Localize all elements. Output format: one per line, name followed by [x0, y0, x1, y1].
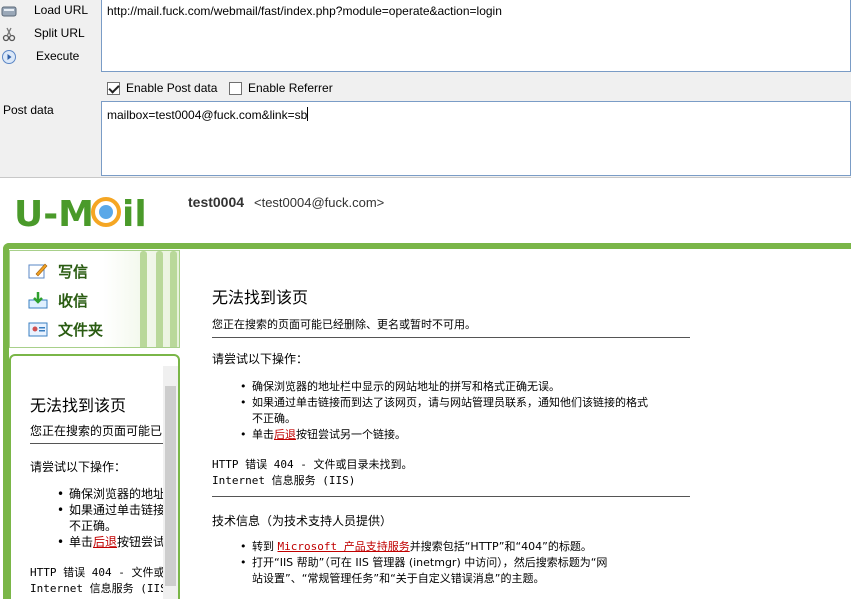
compose-icon — [28, 263, 48, 279]
split-url-button[interactable]: Split URL — [0, 23, 98, 45]
tech-tips-list: 转到 Microsoft 产品支持服务并搜索包括“HTTP”和“404”的标题。… — [240, 539, 607, 587]
checkbox-checked[interactable] — [107, 81, 120, 95]
bamboo-decoration — [140, 251, 147, 347]
microsoft-support-link[interactable]: Microsoft 产品支持服务 — [278, 540, 410, 553]
menu-item-compose[interactable]: 写信 — [28, 259, 88, 283]
vertical-scrollbar[interactable] — [163, 366, 178, 599]
list-item: 转到 Microsoft 产品支持服务并搜索包括“HTTP”和“404”的标题。 — [240, 539, 607, 555]
menu-compose-label: 写信 — [58, 262, 89, 281]
enable-referrer-checkbox[interactable]: Enable Referrer — [229, 80, 333, 96]
menu-item-folder[interactable]: 文件夹 — [28, 317, 103, 341]
bamboo-decoration — [156, 251, 163, 347]
checkbox-unchecked[interactable] — [229, 81, 242, 95]
left-error-title: 无法找到该页 — [30, 396, 127, 415]
menu-item-inbox[interactable]: 收信 — [28, 288, 88, 312]
user-email: <test0004@fuck.com> — [254, 195, 385, 210]
try-heading: 请尝试以下操作： — [212, 352, 309, 366]
post-data-label: Post data — [3, 103, 54, 117]
enable-post-label: Enable Post data — [126, 81, 218, 95]
tips-list: 确保浏览器的地址栏中显示的网站地址的拼写和格式正确无误。 如果通过单击链接而到达… — [240, 379, 648, 443]
divider — [212, 337, 690, 338]
load-url-icon — [1, 3, 17, 19]
left-frame-viewport: 无法找到该页 您正在搜索的页面可能已 请尝试以下操作： 确保浏览器的地址 如果通… — [11, 356, 163, 599]
list-item: 不正确。 — [69, 519, 118, 533]
menu-folder-label: 文件夹 — [58, 320, 104, 339]
svg-text:U-M: U-M — [14, 194, 94, 235]
tech-info-heading: 技术信息（为技术支持人员提供） — [212, 514, 393, 528]
user-name: test0004 — [188, 194, 245, 210]
hackbar-toolbar: Load URL Split URL Execute http://mail.f… — [0, 0, 851, 178]
execute-label: Execute — [36, 49, 80, 63]
back-link[interactable]: 后退 — [93, 535, 117, 549]
left-iis-service: Internet 信息服务 (IIS — [30, 582, 163, 595]
inbox-icon — [28, 292, 48, 309]
menu-inbox-label: 收信 — [58, 291, 89, 310]
list-item: 确保浏览器的地址 — [57, 486, 163, 502]
load-url-button[interactable]: Load URL — [0, 0, 98, 22]
enable-referrer-label: Enable Referrer — [248, 81, 333, 95]
list-item: 打开“IIS 帮助”（可在 IIS 管理器 (inetmgr) 中访问），然后搜… — [240, 555, 607, 571]
split-url-label: Split URL — [34, 26, 85, 40]
enable-post-checkbox[interactable]: Enable Post data — [107, 80, 217, 96]
text-caret — [307, 107, 309, 121]
load-url-label: Load URL — [34, 3, 89, 17]
umail-logo: U-M il — [14, 188, 174, 236]
list-item: 如果通过单击链接 — [57, 502, 163, 518]
list-item: 确保浏览器的地址栏中显示的网站地址的拼写和格式正确无误。 — [240, 379, 648, 395]
scissors-icon — [1, 26, 17, 42]
divider — [30, 443, 163, 444]
left-http-error: HTTP 错误 404 - 文件或 — [30, 566, 163, 579]
list-item: 单击后退按钮尝试 — [57, 534, 163, 550]
url-input[interactable]: http://mail.fuck.com/webmail/fast/index.… — [101, 0, 851, 72]
svg-text:il: il — [122, 194, 147, 235]
mail-menu: 写信 收信 文件夹 — [9, 250, 180, 348]
list-item: 单击后退按钮尝试另一个链接。 — [240, 427, 648, 443]
execute-button[interactable]: Execute — [0, 46, 98, 68]
list-item-continuation: 不正确。 — [252, 412, 296, 425]
iis-service: Internet 信息服务 (IIS) — [212, 474, 356, 487]
play-icon — [1, 49, 17, 65]
left-tips-list: 确保浏览器的地址 如果通过单击链接 不正确。 单击后退按钮尝试 — [57, 486, 163, 550]
folder-icon — [28, 322, 48, 337]
error-title: 无法找到该页 — [212, 288, 309, 307]
divider — [212, 496, 690, 497]
post-data-value: mailbox=test0004@fuck.com&link=sb — [107, 108, 308, 122]
back-link[interactable]: 后退 — [274, 428, 296, 441]
bamboo-decoration — [170, 251, 177, 347]
scrollbar-thumb[interactable] — [165, 386, 176, 586]
list-item-continuation: 站设置”、“常规管理任务”和“关于自定义错误消息”的主题。 — [252, 572, 545, 585]
error-subtitle: 您正在搜索的页面可能已经删除、更名或暂时不可用。 — [212, 318, 476, 331]
left-error-subtitle: 您正在搜索的页面可能已 — [30, 424, 163, 438]
post-data-input[interactable]: mailbox=test0004@fuck.com&link=sb — [101, 101, 851, 176]
left-try-heading: 请尝试以下操作： — [30, 460, 127, 474]
http-error: HTTP 错误 404 - 文件或目录未找到。 — [212, 458, 413, 471]
list-item: 如果通过单击链接而到达了该网页，请与网站管理员联系，通知他们该链接的格式 — [240, 395, 648, 411]
